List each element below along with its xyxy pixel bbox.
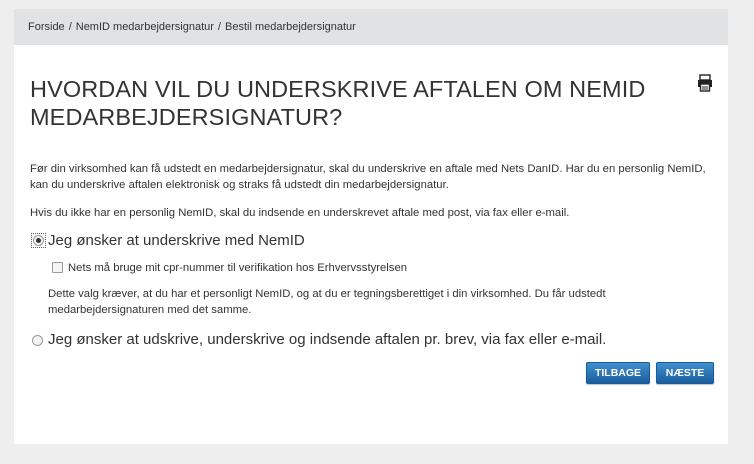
breadcrumb-item-forside[interactable]: Forside xyxy=(28,21,65,33)
main-panel: Forside / NemID medarbejdersignatur / Be… xyxy=(14,9,728,444)
breadcrumb-separator: / xyxy=(68,21,72,33)
requirement-note: Dette valg kræver, at du har et personli… xyxy=(48,288,606,316)
back-button[interactable]: TILBAGE xyxy=(586,362,650,384)
breadcrumb: Forside / NemID medarbejdersignatur / Be… xyxy=(14,9,728,45)
printer-icon[interactable] xyxy=(697,74,713,92)
radio-sign-nemid-label[interactable]: Jeg ønsker at underskrive med NemID xyxy=(48,232,305,250)
page-title: HVORDAN VIL DU UNDERSKRIVE AFTALEN OM NE… xyxy=(30,76,646,130)
no-nemid-note: Hvis du ikke har en personlig NemID, ska… xyxy=(30,207,570,219)
cpr-checkbox[interactable] xyxy=(52,262,63,273)
next-button[interactable]: NÆSTE xyxy=(656,362,714,384)
radio-sign-paper-label[interactable]: Jeg ønsker at udskrive, underskrive og i… xyxy=(48,331,606,349)
radio-sign-nemid[interactable] xyxy=(31,233,46,248)
breadcrumb-item-current: Bestil medarbejdersignatur xyxy=(224,21,356,33)
breadcrumb-separator: / xyxy=(217,21,221,33)
cpr-checkbox-label[interactable]: Nets må bruge mit cpr-nummer til verifik… xyxy=(68,261,407,275)
radio-dot xyxy=(33,235,44,246)
intro-text: Før din virksomhed kan få udstedt en med… xyxy=(30,163,706,191)
radio-sign-paper[interactable] xyxy=(32,335,43,346)
breadcrumb-item-nemid-medarbejdersignatur[interactable]: NemID medarbejdersignatur xyxy=(76,21,214,33)
